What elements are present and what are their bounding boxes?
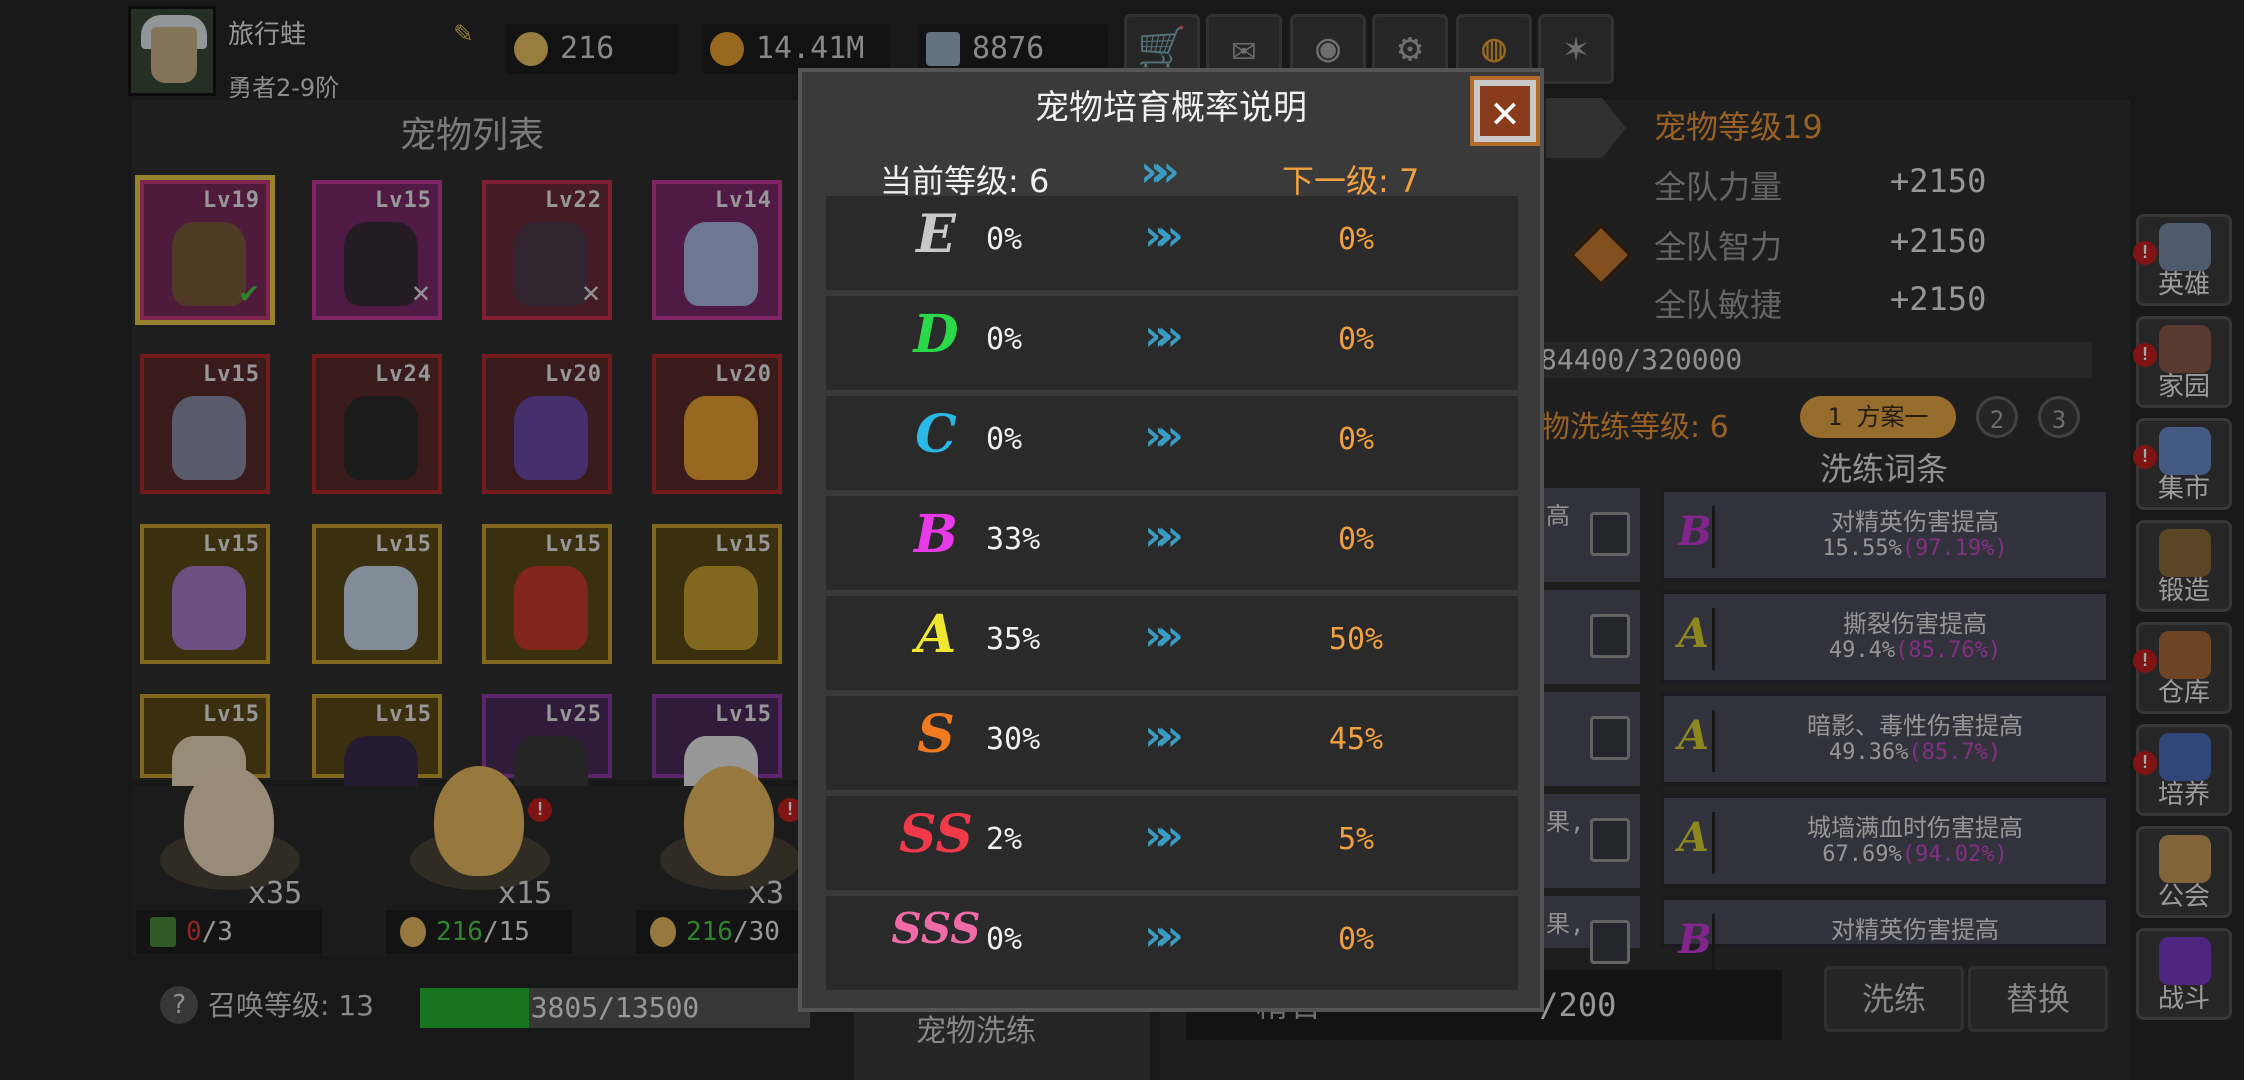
grade-label: S [917,704,955,765]
grade-label: E [916,204,956,265]
next-probability: 0% [1337,222,1375,257]
grade-label: SS [899,804,973,865]
next-probability: 0% [1337,522,1375,557]
grade-label: D [913,304,959,365]
next-probability: 0% [1337,322,1375,357]
grade-label: A [915,604,957,665]
current-probability: 2% [986,822,1023,857]
next-probability: 50% [1328,622,1384,657]
close-button[interactable]: ✕ [1470,76,1540,146]
double-arrow-icon: »» [1144,210,1183,261]
current-probability: 0% [986,222,1023,257]
probability-row: C 0% »» 0% [826,396,1518,490]
next-probability: 0% [1337,922,1375,957]
double-arrow-icon: »» [1144,910,1183,961]
current-probability: 33% [986,522,1041,557]
dialog-title: 宠物培育概率说明 [1035,88,1307,128]
grade-label: SSS [891,904,981,953]
grade-label: B [914,504,958,565]
probability-row: SSS 0%»» 0% [826,896,1518,990]
current-probability: 0% [986,322,1023,357]
double-arrow-icon: »» [1144,710,1183,761]
probability-row: A 35% »» 50% [826,596,1518,690]
current-probability: 30% [986,722,1041,757]
double-arrow-icon: »» [1140,146,1179,197]
current-probability: 35% [986,622,1041,657]
double-arrow-icon: »» [1144,410,1183,461]
double-arrow-icon: »» [1144,810,1183,861]
next-probability: 0% [1337,422,1375,457]
next-probability: 5% [1337,822,1375,857]
double-arrow-icon: »» [1144,610,1183,661]
current-probability: 0% [986,422,1023,457]
probability-row: S 30% »» 45% [826,696,1518,790]
double-arrow-icon: »» [1144,310,1183,361]
next-probability: 45% [1328,722,1384,757]
probability-row: B 33% »» 0% [826,496,1518,590]
probability-row: E 0% »» 0% [826,196,1518,290]
probability-row: SS 2% »» 5% [826,796,1518,890]
probability-row: D 0% »» 0% [826,296,1518,390]
current-probability: 0% [986,922,1023,957]
double-arrow-icon: »» [1144,510,1183,561]
grade-label: C [915,404,957,465]
close-icon: ✕ [1480,86,1530,136]
